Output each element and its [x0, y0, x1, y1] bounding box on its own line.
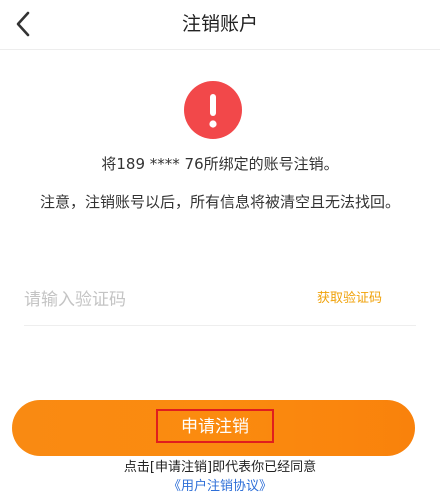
agreement-notice: 点击[申请注销]即代表你已经同意 [123, 460, 317, 475]
verification-code-row: 获取验证码 [24, 276, 416, 326]
header-bar: 注销账户 [0, 0, 440, 50]
highlight-box: 申请注销 [156, 409, 274, 443]
user-cancel-agreement-link[interactable]: 《用户注销协议》 [0, 478, 440, 496]
data-loss-warning: 注意，注销账号以后，所有信息将被清空且无法找回。 [39, 193, 400, 211]
apply-cancel-button[interactable]: 申请注销 [12, 400, 415, 456]
page-title: 注销账户 [181, 13, 258, 35]
exclamation-circle-icon [184, 81, 242, 139]
verification-code-input[interactable] [24, 286, 284, 314]
cancel-account-notice: 将189 **** 76所绑定的账号注销。 [101, 155, 339, 173]
apply-cancel-label: 申请注销 [181, 417, 249, 437]
get-code-button[interactable]: 获取验证码 [317, 289, 382, 309]
